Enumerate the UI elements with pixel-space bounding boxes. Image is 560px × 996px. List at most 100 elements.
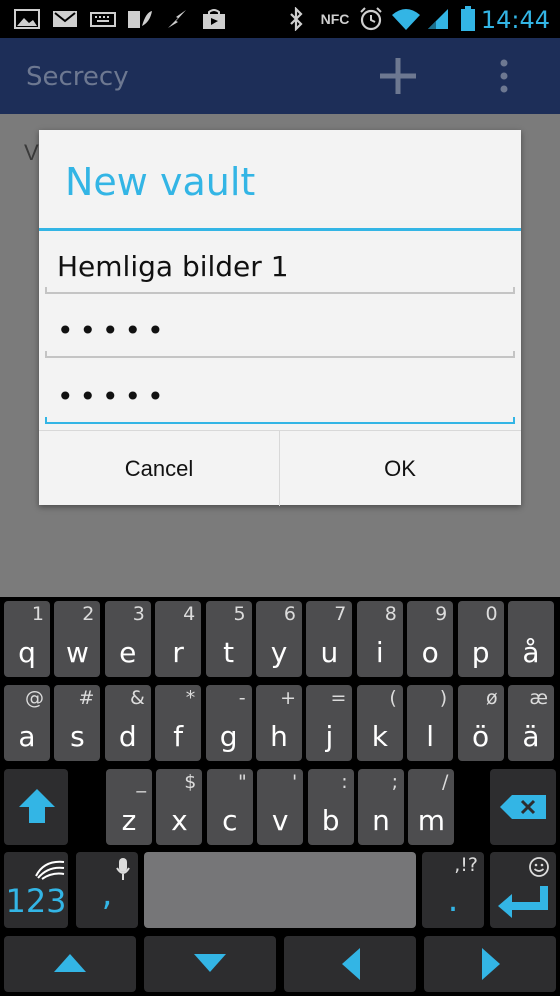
key-d[interactable]: & d (104, 685, 151, 761)
key-t[interactable]: 5t (205, 601, 252, 677)
key-secondary-label: 4 (183, 603, 196, 625)
field-underline-tick (513, 417, 515, 424)
key-label: x (171, 804, 188, 837)
down-arrow-icon (194, 954, 226, 972)
cursor-up-key[interactable] (4, 936, 136, 992)
key-g[interactable]: -g (205, 685, 252, 761)
key-label: c (222, 804, 238, 837)
key-label: k (371, 720, 388, 753)
field-underline-tick (513, 351, 515, 358)
key-o[interactable]: 9o (407, 601, 454, 677)
enter-key[interactable] (490, 852, 556, 928)
key-label: g (219, 720, 238, 753)
key-å[interactable]: å (508, 601, 554, 677)
add-vault-button[interactable] (378, 56, 418, 96)
key-label: t (223, 636, 235, 669)
period-key-label: . (447, 880, 459, 920)
field-underline (45, 292, 515, 294)
key-secondary-label: _ (136, 771, 147, 793)
numbers-key[interactable]: 123 (4, 852, 68, 928)
key-h[interactable]: + h (256, 685, 302, 761)
key-secondary-label: 3 (132, 603, 145, 625)
swiftkey-logo-icon (35, 860, 65, 880)
vault-name-value: Hemliga bilder 1 (57, 250, 289, 283)
bolt-icon (164, 8, 190, 30)
key-q[interactable]: 1q (4, 601, 50, 677)
key-secondary-label: : (341, 771, 348, 793)
password-value: ••••• (57, 314, 170, 347)
key-secondary-label: 7 (334, 603, 347, 625)
overflow-menu-button[interactable] (492, 56, 516, 96)
status-bar: NFC 14:44 (0, 0, 560, 38)
key-secondary-label: 5 (233, 603, 246, 625)
key-v[interactable]: ' v (257, 769, 304, 845)
key-secondary-label: ' (291, 771, 298, 793)
key-k[interactable]: (k (356, 685, 403, 761)
key-z[interactable]: _ z (106, 769, 152, 845)
vault-name-field[interactable]: Hemliga bilder 1 (45, 236, 515, 294)
key-x[interactable]: $ x (156, 769, 203, 845)
key-label: å (522, 636, 540, 669)
key-w[interactable]: 2w (54, 601, 101, 677)
key-l[interactable]: ) l (407, 685, 454, 761)
key-label: j (325, 720, 334, 753)
cursor-right-key[interactable] (424, 936, 556, 992)
period-key[interactable]: ,!? . (422, 852, 484, 928)
key-label: b (321, 804, 340, 837)
key-secondary-label: 9 (435, 603, 448, 625)
key-y[interactable]: 6y (256, 601, 302, 677)
key-secondary-label: 0 (485, 603, 498, 625)
keyboard-icon (90, 8, 116, 30)
key-secondary-label: - (238, 687, 246, 709)
key-secondary-label: * (185, 687, 196, 709)
key-a[interactable]: @ a (4, 685, 50, 761)
key-label: p (471, 636, 490, 669)
nfc-icon: NFC (320, 11, 350, 27)
space-key[interactable] (144, 852, 416, 928)
key-u[interactable]: 7u (306, 601, 353, 677)
right-arrow-icon (482, 948, 500, 980)
key-e[interactable]: 3e (104, 601, 151, 677)
key-label: i (375, 636, 384, 669)
field-underline-tick (45, 351, 47, 358)
key-label: n (372, 804, 390, 837)
field-underline (45, 422, 515, 424)
cursor-down-key[interactable] (144, 936, 276, 992)
key-secondary-label: @ (25, 687, 44, 709)
cursor-left-key[interactable] (284, 936, 416, 992)
plus-icon (380, 58, 416, 94)
password-field[interactable]: ••••• (45, 300, 515, 358)
key-secondary-label: & (129, 687, 145, 709)
cancel-button[interactable]: Cancel (39, 431, 279, 506)
new-vault-dialog: New vault Hemliga bilder 1 ••••• ••••• C… (39, 130, 521, 506)
key-s[interactable]: # s (54, 685, 101, 761)
key-n[interactable]: ; n (358, 769, 404, 845)
key-secondary-label: $ (184, 771, 197, 793)
dialog-button-row: Cancel OK (39, 430, 521, 506)
key-r[interactable]: 4r (155, 601, 202, 677)
comma-key[interactable]: , (76, 852, 138, 928)
key-ö[interactable]: øö (457, 685, 504, 761)
key-c[interactable]: " c (206, 769, 253, 845)
key-label: w (65, 636, 89, 669)
ok-button[interactable]: OK (280, 431, 520, 506)
overflow-menu-icon (500, 59, 508, 93)
key-i[interactable]: 8i (356, 601, 403, 677)
key-secondary-label: ø (485, 687, 498, 709)
key-f[interactable]: * f (155, 685, 202, 761)
key-j[interactable]: = j (306, 685, 353, 761)
background-text: V (24, 140, 39, 165)
key-secondary-label: æ (529, 687, 548, 709)
sim-icon (126, 8, 154, 30)
key-p[interactable]: 0p (457, 601, 504, 677)
key-ä[interactable]: æä (508, 685, 554, 761)
key-b[interactable]: :b (307, 769, 354, 845)
shift-key[interactable] (4, 769, 68, 845)
key-secondary-label: 6 (283, 603, 296, 625)
password-confirm-field[interactable]: ••••• (45, 366, 515, 424)
key-label: f (173, 720, 184, 753)
backspace-key[interactable] (490, 769, 556, 845)
key-label: d (118, 720, 137, 753)
key-label: o (421, 636, 439, 669)
key-m[interactable]: / m (408, 769, 455, 845)
